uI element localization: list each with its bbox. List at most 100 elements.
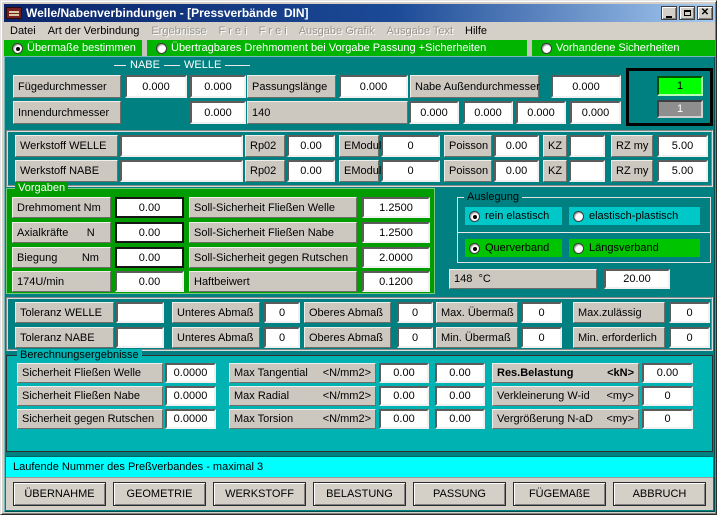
kz-welle-field[interactable]: [569, 135, 605, 157]
passungslaenge-field[interactable]: 0.000: [339, 75, 408, 98]
mode-option-uebermasse[interactable]: Übermaße bestimmen: [12, 41, 136, 55]
werkstoff-nabe-name-field[interactable]: [120, 160, 243, 182]
uebernahme-button[interactable]: ÜBERNAHME: [13, 482, 106, 506]
temperatur-label: 148 °C: [449, 269, 597, 289]
temperatur-field[interactable]: 20.00: [604, 269, 670, 289]
auslegung-frame: Auslegung rein elastisch elastisch-plast…: [457, 197, 711, 263]
drehmoment-field[interactable]: 0.00: [115, 197, 184, 218]
max-tangential-field-1[interactable]: 0.00: [379, 363, 429, 383]
geometry-extra-field-3[interactable]: 0.000: [516, 101, 566, 124]
drehzahl-field[interactable]: 0.00: [115, 271, 184, 292]
werkstoff-welle-name-field[interactable]: [120, 135, 243, 157]
nabe-aussendurchmesser-field[interactable]: 0.000: [551, 75, 621, 98]
option-elastisch-plastisch[interactable]: elastisch-plastisch: [569, 207, 700, 225]
soll-fliessen-welle-field[interactable]: 1.2500: [362, 197, 430, 218]
min-erforderlich-field[interactable]: 0: [669, 327, 710, 348]
max-radial-field-1[interactable]: 0.00: [379, 386, 429, 406]
toleranz-box: Toleranz WELLE Unteres Abmaß 0 Oberes Ab…: [6, 297, 713, 351]
auslegung-title: Auslegung: [464, 191, 522, 203]
fuegedurchmesser-welle-field[interactable]: 0.000: [190, 75, 246, 98]
radio-icon: [469, 211, 480, 222]
emodul-nabe-field[interactable]: 0: [381, 160, 440, 182]
sicherheit-rutschen-field[interactable]: 0.0000: [165, 409, 216, 429]
sicherheit-fliessen-nabe-field[interactable]: 0.0000: [165, 386, 216, 406]
soll-rutschen-label: Soll-Sicherheit gegen Rutschen: [189, 247, 357, 268]
innendurchmesser-label: Innendurchmesser: [13, 101, 121, 124]
unteres-abmass-welle-field[interactable]: 0: [264, 302, 300, 323]
geometry-extra-field-4[interactable]: 0.000: [570, 101, 621, 124]
unteres-abmass-nabe-field[interactable]: 0: [264, 327, 300, 348]
kz-nabe-field[interactable]: [569, 160, 605, 182]
werkstoff-box: Werkstoff WELLE Rp02 0.00 EModul 0 Poiss…: [6, 130, 713, 187]
option-rein-elastisch[interactable]: rein elastisch: [465, 207, 562, 225]
min-uebermass-field[interactable]: 0: [521, 327, 562, 348]
option-querverband[interactable]: Querverband: [465, 239, 562, 257]
soll-rutschen-field[interactable]: 2.0000: [362, 247, 430, 268]
rzmy-welle-field[interactable]: 5.00: [657, 135, 708, 157]
counter-active-field[interactable]: 1: [657, 76, 703, 96]
passung-button[interactable]: PASSUNG: [413, 482, 506, 506]
menu-hilfe[interactable]: Hilfe: [459, 23, 493, 39]
minimize-button[interactable]: [661, 6, 677, 20]
werkstoff-welle-label: Werkstoff WELLE: [15, 135, 118, 157]
haftbeiwert-field[interactable]: 0.1200: [362, 271, 430, 292]
max-tangential-field-2[interactable]: 0.00: [435, 363, 485, 383]
max-zulaessig-field[interactable]: 0: [669, 302, 710, 323]
max-torsion-field-2[interactable]: 0.00: [435, 409, 485, 429]
poisson-welle-field[interactable]: 0.00: [494, 135, 539, 157]
innendurchmesser-welle-field[interactable]: 0.000: [190, 101, 246, 124]
option-laengsverband[interactable]: Längsverband: [569, 239, 700, 257]
vergroesserung-field[interactable]: 0: [642, 409, 693, 429]
drehmoment-label: Drehmoment Nm: [12, 197, 111, 218]
geometry-extra-field-2[interactable]: 0.000: [463, 101, 513, 124]
menu-art-der-verbindung[interactable]: Art der Verbindung: [42, 23, 146, 39]
biegung-field[interactable]: 0.00: [115, 247, 184, 268]
werkstoff-nabe-label: Werkstoff NABE: [15, 160, 118, 182]
axialkraefte-field[interactable]: 0.00: [115, 222, 184, 243]
ergebnisse-title: Berechnungsergebnisse: [17, 349, 142, 361]
menu-datei[interactable]: Datei: [4, 23, 42, 39]
axialkraefte-label: Axialkräfte N: [12, 222, 111, 243]
geometrie-button[interactable]: GEOMETRIE: [113, 482, 206, 506]
menu-bar: Datei Art der Verbindung Ergebnisse F r …: [4, 22, 715, 40]
vorgaben-panel: Vorgaben Drehmoment Nm 0.00 Soll-Sicherh…: [6, 188, 435, 294]
radio-icon: [573, 211, 584, 222]
emodul-welle-field[interactable]: 0: [381, 135, 440, 157]
geometry-extra-field-1[interactable]: 0.000: [409, 101, 459, 124]
abbruch-button[interactable]: ABBRUCH: [613, 482, 706, 506]
fuegemasse-button[interactable]: FÜGEMAßE: [513, 482, 606, 506]
toleranz-welle-label: Toleranz WELLE: [15, 302, 114, 323]
maximize-button[interactable]: [679, 6, 695, 20]
belastung-button[interactable]: BELASTUNG: [313, 482, 406, 506]
pressverband-counter-box: 1 1: [626, 68, 713, 126]
sicherheit-fliessen-welle-field[interactable]: 0.0000: [165, 363, 216, 383]
toleranz-welle-field[interactable]: [116, 302, 164, 323]
toleranz-nabe-field[interactable]: [116, 327, 164, 348]
oberes-abmass-welle-field[interactable]: 0: [397, 302, 433, 323]
verkleinerung-field[interactable]: 0: [642, 386, 693, 406]
close-button[interactable]: ✕: [697, 6, 713, 20]
oberes-abmass-nabe-field[interactable]: 0: [397, 327, 433, 348]
max-uebermass-field[interactable]: 0: [521, 302, 562, 323]
max-radial-field-2[interactable]: 0.00: [435, 386, 485, 406]
radio-icon: [541, 43, 552, 54]
poisson-nabe-field[interactable]: 0.00: [494, 160, 539, 182]
mode-option-drehmoment[interactable]: Übertragbares Drehmoment bei Vorgabe Pas…: [156, 41, 486, 55]
soll-fliessen-nabe-field[interactable]: 1.2500: [362, 222, 430, 243]
app-icon: [6, 7, 22, 19]
max-radial-label: Max Radial <N/mm2>: [229, 386, 376, 406]
vergroesserung-label: Vergrößerung N-aD <my>: [492, 409, 639, 429]
rp02-welle-field[interactable]: 0.00: [287, 135, 335, 157]
window-controls: ✕: [659, 6, 713, 20]
status-text: Laufende Nummer des Preßverbandes - maxi…: [13, 461, 263, 473]
mode-option-sicherheiten[interactable]: Vorhandene Sicherheiten: [541, 41, 680, 55]
res-belastung-field[interactable]: 0.00: [642, 363, 693, 383]
fuegedurchmesser-nabe-field[interactable]: 0.000: [125, 75, 187, 98]
max-torsion-field-1[interactable]: 0.00: [379, 409, 429, 429]
poisson-welle-label: Poisson: [444, 135, 492, 157]
res-belastung-label: Res.Belastung <kN>: [492, 363, 639, 383]
rzmy-nabe-field[interactable]: 5.00: [657, 160, 708, 182]
werkstoff-button[interactable]: WERKSTOFF: [213, 482, 306, 506]
rp02-nabe-field[interactable]: 0.00: [287, 160, 335, 182]
rp02-nabe-label: Rp02: [245, 160, 285, 182]
